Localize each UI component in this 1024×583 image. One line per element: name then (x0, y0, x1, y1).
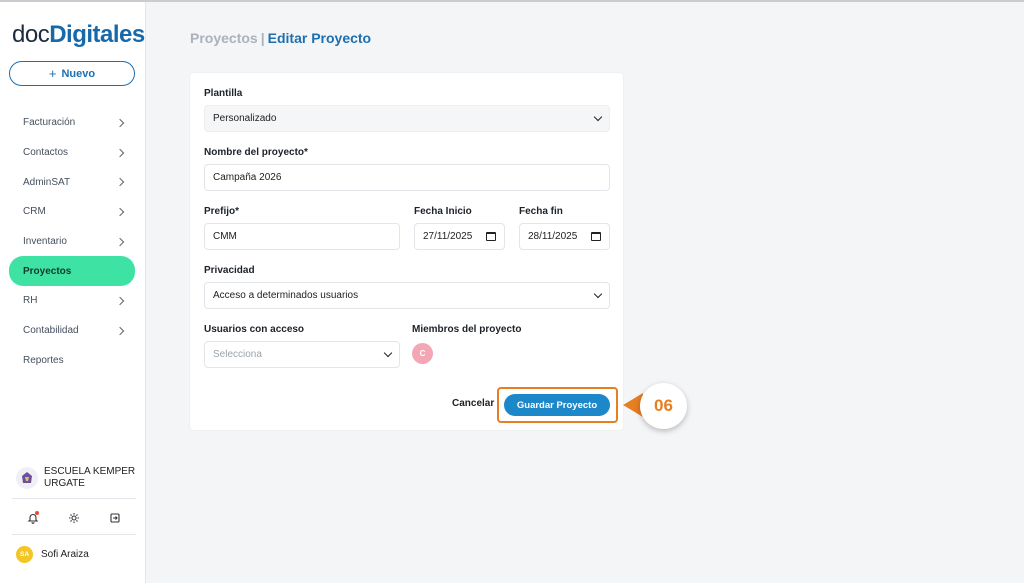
save-project-button[interactable]: Guardar Proyecto (504, 394, 610, 416)
sidebar-item-proyectos[interactable]: Proyectos (9, 256, 135, 287)
page-title: Editar Proyecto (267, 30, 372, 46)
new-button-label: Nuevo (61, 67, 96, 80)
avatar: SA (16, 546, 33, 563)
plantilla-label: Plantilla (204, 88, 243, 99)
chevron-right-icon (115, 118, 125, 128)
top-border (0, 0, 1024, 2)
usuarios-select[interactable]: Selecciona (204, 341, 400, 368)
chevron-down-icon (593, 289, 603, 299)
nombre-value: Campaña 2026 (213, 172, 282, 183)
breadcrumb-separator: | (260, 30, 265, 46)
fecha-inicio-input[interactable]: 27/11/2025 (414, 223, 505, 250)
breadcrumb-parent[interactable]: Proyectos (190, 30, 258, 46)
calendar-icon[interactable] (486, 232, 496, 241)
divider (12, 534, 136, 535)
sidebar-item-adminsat[interactable]: AdminSAT (9, 167, 135, 197)
org-logo-icon (16, 467, 38, 489)
org-name-line1: ESCUELA KEMPER (44, 466, 136, 477)
prefijo-label: Prefijo* (204, 206, 240, 217)
sidebar: docDigitales + Nuevo Facturación Contact… (0, 2, 146, 583)
org-name: ESCUELA KEMPER URGATE (44, 466, 135, 490)
fecha-fin-label: Fecha fin (519, 206, 563, 217)
chevron-down-icon (593, 112, 603, 122)
fecha-inicio-value: 27/11/2025 (423, 231, 473, 242)
user-profile[interactable]: SA Sofi Araiza (16, 546, 89, 563)
usuarios-placeholder: Selecciona (213, 349, 262, 360)
miembros-label: Miembros del proyecto (412, 324, 522, 335)
sidebar-item-label: Proyectos (23, 265, 72, 277)
sidebar-item-facturacion[interactable]: Facturación (9, 108, 135, 138)
sidebar-item-label: CRM (23, 206, 46, 218)
fecha-fin-input[interactable]: 28/11/2025 (519, 223, 610, 250)
fecha-inicio-label: Fecha Inicio (414, 206, 472, 217)
sidebar-item-label: Contabilidad (23, 325, 79, 337)
chevron-right-icon (115, 207, 125, 217)
sidebar-item-label: Inventario (23, 236, 67, 248)
bell-icon[interactable] (23, 508, 43, 528)
plantilla-select[interactable]: Personalizado (204, 105, 610, 132)
chevron-right-icon (115, 148, 125, 157)
sidebar-item-label: Reportes (23, 354, 64, 366)
notification-dot (34, 511, 39, 515)
brand-logo-doc: doc (12, 21, 50, 48)
org-name-line2: URGATE (44, 478, 85, 489)
privacidad-value: Acceso a determinados usuarios (213, 290, 359, 301)
sidebar-item-reportes[interactable]: Reportes (9, 346, 135, 376)
user-name: Sofi Araiza (41, 549, 89, 560)
privacidad-label: Privacidad (204, 265, 255, 276)
chevron-right-icon (115, 326, 125, 335)
sidebar-item-label: Facturación (23, 117, 76, 129)
sidebar-item-label: RH (23, 295, 38, 307)
nombre-label: Nombre del proyecto* (204, 147, 308, 158)
breadcrumb: Proyectos | Editar Proyecto (190, 30, 371, 46)
sidebar-footer-icons (12, 507, 136, 529)
step-badge: 06 (640, 383, 687, 429)
fecha-fin-value: 28/11/2025 (528, 231, 578, 242)
usuarios-label: Usuarios con acceso (204, 324, 305, 335)
plantilla-value: Personalizado (213, 113, 277, 124)
sidebar-item-label: AdminSAT (23, 176, 71, 188)
divider (12, 498, 136, 499)
sidebar-item-inventario[interactable]: Inventario (9, 227, 135, 257)
sidebar-item-contactos[interactable]: Contactos (9, 138, 135, 168)
prefijo-value: CMM (213, 231, 237, 242)
gear-icon[interactable] (64, 508, 84, 528)
brand-logo[interactable]: docDigitales (12, 21, 145, 49)
logout-icon[interactable] (105, 508, 125, 528)
sidebar-item-rh[interactable]: RH (9, 286, 135, 316)
brand-logo-digitales: Digitales (49, 21, 145, 48)
prefijo-input[interactable]: CMM (204, 223, 400, 250)
cancel-button[interactable]: Cancelar (452, 398, 494, 409)
sidebar-item-label: Contactos (23, 147, 69, 159)
chevron-down-icon (383, 348, 393, 358)
calendar-icon[interactable] (591, 232, 601, 241)
plus-icon: + (48, 66, 57, 81)
nombre-input[interactable]: Campaña 2026 (204, 164, 610, 191)
sidebar-nav: Facturación Contactos AdminSAT CRM Inven… (9, 108, 135, 375)
privacidad-select[interactable]: Acceso a determinados usuarios (204, 282, 610, 309)
organization-switcher[interactable]: ESCUELA KEMPER URGATE (16, 462, 136, 494)
member-avatar[interactable]: C (412, 343, 433, 364)
sidebar-item-contabilidad[interactable]: Contabilidad (9, 316, 135, 346)
chevron-right-icon (115, 177, 125, 187)
edit-project-form: Plantilla Personalizado Nombre del proye… (190, 73, 623, 430)
sidebar-item-crm[interactable]: CRM (9, 197, 135, 227)
new-button[interactable]: + Nuevo (9, 61, 135, 86)
chevron-right-icon (115, 237, 125, 246)
chevron-right-icon (115, 296, 125, 306)
